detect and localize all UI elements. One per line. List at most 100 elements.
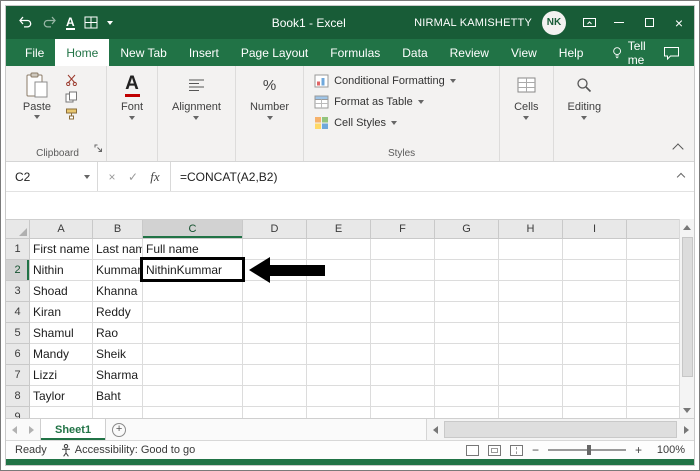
- comments-button[interactable]: [663, 39, 680, 66]
- paste-button[interactable]: Paste: [15, 70, 59, 145]
- cell-I3[interactable]: [563, 281, 627, 302]
- tell-me-button[interactable]: Tell me: [612, 39, 663, 67]
- row-header-9[interactable]: 9: [6, 407, 30, 418]
- tab-insert[interactable]: Insert: [178, 39, 230, 66]
- column-header-G[interactable]: G: [435, 220, 499, 239]
- cell-I4[interactable]: [563, 302, 627, 323]
- horizontal-scroll-thumb[interactable]: [444, 421, 677, 438]
- cell-D3[interactable]: [243, 281, 307, 302]
- cell-C3[interactable]: [143, 281, 243, 302]
- cell-I9[interactable]: [563, 407, 627, 418]
- cell-H3[interactable]: [499, 281, 563, 302]
- page-layout-view-icon[interactable]: [487, 444, 501, 456]
- row-header-3[interactable]: 3: [6, 281, 30, 302]
- ribbon-display-options-icon[interactable]: [574, 6, 604, 39]
- tab-help[interactable]: Help: [548, 39, 595, 66]
- cell-E2[interactable]: [307, 260, 371, 281]
- cell-B3[interactable]: Khanna: [93, 281, 143, 302]
- cell-A2[interactable]: Nithin: [30, 260, 93, 281]
- close-button[interactable]: ×: [664, 6, 694, 39]
- cell-D8[interactable]: [243, 386, 307, 407]
- row-header-8[interactable]: 8: [6, 386, 30, 407]
- underline-icon[interactable]: A: [66, 15, 75, 31]
- cell-D1[interactable]: [243, 239, 307, 260]
- cell-B4[interactable]: Reddy: [93, 302, 143, 323]
- undo-icon[interactable]: [18, 15, 33, 31]
- tab-view[interactable]: View: [500, 39, 548, 66]
- cell-E6[interactable]: [307, 344, 371, 365]
- cell-B6[interactable]: Sheik: [93, 344, 143, 365]
- cell-A5[interactable]: Shamul: [30, 323, 93, 344]
- cell-D2[interactable]: [243, 260, 307, 281]
- cell-E5[interactable]: [307, 323, 371, 344]
- cell-G7[interactable]: [435, 365, 499, 386]
- cell-A9[interactable]: [30, 407, 93, 418]
- cells-button[interactable]: Cells: [506, 70, 546, 145]
- cell-B2[interactable]: Kummar: [93, 260, 143, 281]
- cell-G2[interactable]: [435, 260, 499, 281]
- row-header-2[interactable]: 2: [6, 260, 30, 281]
- cell-G6[interactable]: [435, 344, 499, 365]
- tab-formulas[interactable]: Formulas: [319, 39, 391, 66]
- tab-new-tab[interactable]: New Tab: [109, 39, 177, 66]
- cell-I5[interactable]: [563, 323, 627, 344]
- scroll-up-icon[interactable]: [680, 219, 694, 235]
- cell-H8[interactable]: [499, 386, 563, 407]
- row-header-4[interactable]: 4: [6, 302, 30, 323]
- cell-H1[interactable]: [499, 239, 563, 260]
- tab-file[interactable]: File: [14, 39, 55, 66]
- scroll-right-icon[interactable]: [678, 419, 694, 440]
- cell-D9[interactable]: [243, 407, 307, 418]
- column-header-B[interactable]: B: [93, 220, 143, 239]
- tab-review[interactable]: Review: [439, 39, 500, 66]
- formula-input[interactable]: =CONCAT(A2,B2): [171, 162, 678, 191]
- cell-B7[interactable]: Sharma: [93, 365, 143, 386]
- cell-styles-button[interactable]: Cell Styles: [310, 112, 493, 133]
- cell-D6[interactable]: [243, 344, 307, 365]
- cell-G8[interactable]: [435, 386, 499, 407]
- editing-button[interactable]: Editing: [560, 70, 610, 145]
- maximize-button[interactable]: [634, 6, 664, 39]
- cell-B5[interactable]: Rao: [93, 323, 143, 344]
- cell-A4[interactable]: Kiran: [30, 302, 93, 323]
- cell-C4[interactable]: [143, 302, 243, 323]
- row-header-7[interactable]: 7: [6, 365, 30, 386]
- cell-F4[interactable]: [371, 302, 435, 323]
- cell-I2[interactable]: [563, 260, 627, 281]
- cell-G1[interactable]: [435, 239, 499, 260]
- cell-G4[interactable]: [435, 302, 499, 323]
- cell-C5[interactable]: [143, 323, 243, 344]
- name-box[interactable]: C2: [6, 162, 98, 191]
- clipboard-dialog-launcher-icon[interactable]: [94, 140, 103, 158]
- conditional-formatting-button[interactable]: Conditional Formatting: [310, 70, 493, 91]
- cell-C6[interactable]: [143, 344, 243, 365]
- cell-A1[interactable]: First name: [30, 239, 93, 260]
- cell-E8[interactable]: [307, 386, 371, 407]
- cell-C8[interactable]: [143, 386, 243, 407]
- cell-E1[interactable]: [307, 239, 371, 260]
- new-sheet-button[interactable]: +: [106, 419, 132, 440]
- expand-formula-bar-icon[interactable]: [676, 172, 686, 181]
- cell-H7[interactable]: [499, 365, 563, 386]
- borders-grid-icon[interactable]: [84, 15, 98, 31]
- cell-H4[interactable]: [499, 302, 563, 323]
- row-header-1[interactable]: 1: [6, 239, 30, 260]
- column-header-F[interactable]: F: [371, 220, 435, 239]
- cell-F3[interactable]: [371, 281, 435, 302]
- format-as-table-button[interactable]: Format as Table: [310, 91, 493, 112]
- cell-F7[interactable]: [371, 365, 435, 386]
- font-button[interactable]: A Font: [113, 70, 151, 145]
- vertical-scrollbar[interactable]: [679, 219, 694, 418]
- horizontal-scroll-track[interactable]: [443, 419, 678, 440]
- sheet-nav-next-icon[interactable]: [23, 419, 40, 440]
- vertical-scroll-thumb[interactable]: [681, 237, 693, 377]
- cell-B9[interactable]: [93, 407, 143, 418]
- enter-icon[interactable]: ✓: [124, 170, 142, 184]
- number-button[interactable]: % Number: [242, 70, 297, 145]
- zoom-in-icon[interactable]: +: [635, 443, 642, 457]
- column-header-E[interactable]: E: [307, 220, 371, 239]
- cell-D7[interactable]: [243, 365, 307, 386]
- cell-I8[interactable]: [563, 386, 627, 407]
- cell-A7[interactable]: Lizzi: [30, 365, 93, 386]
- column-header-C[interactable]: C: [143, 220, 243, 239]
